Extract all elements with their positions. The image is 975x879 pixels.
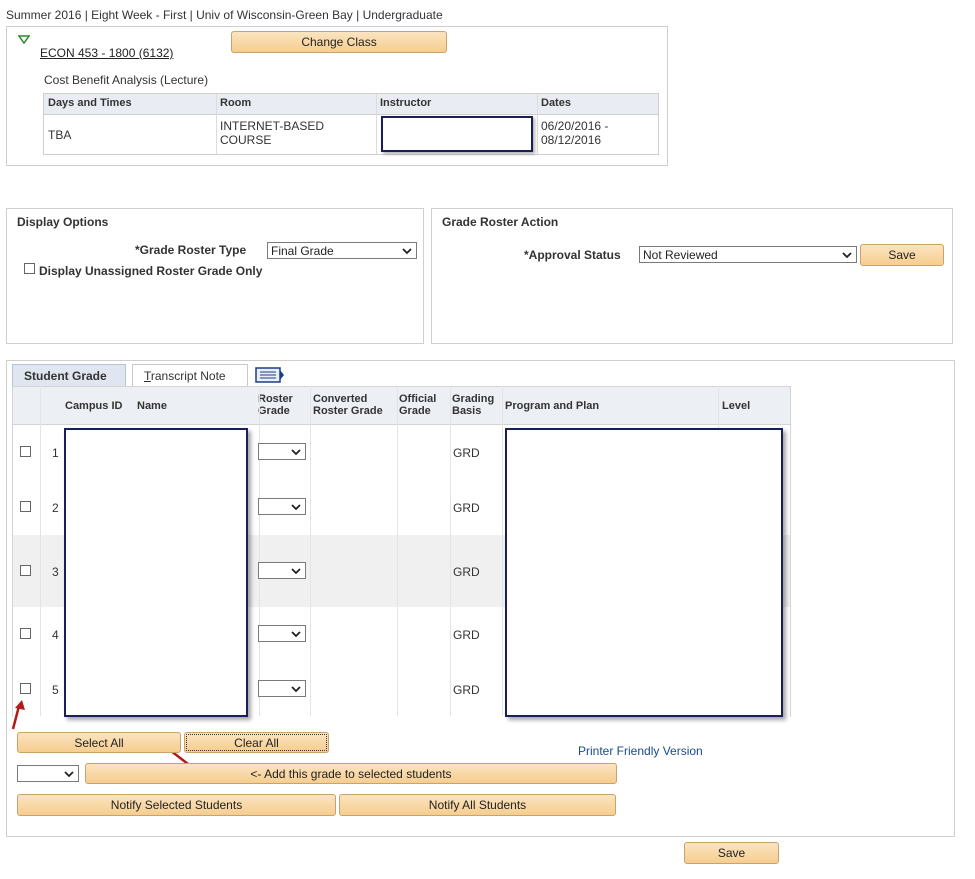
room-value-line1: INTERNET-BASED (220, 119, 325, 133)
roster-action-panel: Grade Roster Action *Approval Status Not… (431, 208, 953, 344)
dates-value-line1: 06/20/2016 - (541, 119, 609, 133)
chevron-down-icon (402, 248, 412, 255)
display-options-panel: Display Options *Grade Roster Type Final… (6, 208, 424, 344)
tab-student-grade[interactable]: Student Grade (12, 364, 126, 386)
col-converted-2: Roster Grade (313, 405, 383, 417)
dates-value-line2: 08/12/2016 (541, 133, 602, 147)
roster-grade-select[interactable] (258, 680, 306, 697)
notify-all-button[interactable]: Notify All Students (339, 794, 616, 816)
notify-selected-button[interactable]: Notify Selected Students (17, 794, 336, 816)
grading-basis: GRD (453, 501, 480, 515)
grading-basis: GRD (453, 628, 480, 642)
grading-basis: GRD (453, 565, 480, 579)
approval-status-select[interactable]: Not Reviewed (639, 246, 857, 263)
instructor-redacted (381, 116, 533, 152)
col-name: Name (137, 400, 167, 412)
col-grading-2: Basis (452, 405, 482, 417)
class-info-panel: ECON 453 - 1800 (6132) Change Class Cost… (6, 26, 668, 166)
term-line: Summer 2016 | Eight Week - First | Univ … (6, 8, 443, 22)
col-instructor: Instructor (380, 97, 432, 109)
save-button[interactable]: Save (684, 842, 779, 864)
chevron-down-icon (64, 771, 74, 778)
select-all-button[interactable]: Select All (17, 732, 181, 753)
approval-status-label: *Approval Status (524, 248, 621, 262)
grade-roster-type-label: *Grade Roster Type (135, 243, 247, 257)
program-plan-redacted (505, 428, 783, 717)
grading-basis: GRD (453, 683, 480, 697)
tab-transcript-note[interactable]: Transcript Note (132, 364, 248, 386)
row-number: 5 (52, 683, 59, 697)
row-select-checkbox[interactable] (20, 565, 31, 576)
grade-to-apply-select[interactable] (17, 765, 79, 782)
chevron-down-icon (291, 631, 301, 638)
roster-grade-select[interactable] (258, 562, 306, 579)
row-number: 2 (52, 501, 59, 515)
col-roster-grade-2: Grade (258, 405, 290, 417)
add-grade-button[interactable]: <- Add this grade to selected students (85, 763, 617, 784)
row-select-checkbox[interactable] (20, 628, 31, 639)
course-description: Cost Benefit Analysis (Lecture) (44, 73, 209, 87)
room-value-line2: COURSE (220, 133, 272, 147)
printer-friendly-link[interactable]: Printer Friendly Version (578, 744, 703, 758)
approval-save-button[interactable]: Save (860, 244, 944, 266)
show-all-columns-icon[interactable] (255, 367, 285, 383)
row-number: 1 (52, 446, 59, 460)
roster-grade-select[interactable] (258, 498, 306, 515)
row-number: 4 (52, 628, 59, 642)
col-dates: Dates (541, 97, 571, 109)
grading-basis: GRD (453, 446, 480, 460)
col-official-2: Grade (399, 405, 431, 417)
clear-all-button[interactable]: Clear All (184, 732, 329, 753)
roster-grade-select[interactable] (258, 443, 306, 460)
col-level: Level (722, 400, 751, 412)
row-number: 3 (52, 565, 59, 579)
col-room: Room (220, 97, 252, 109)
col-converted-1: Converted (313, 393, 368, 405)
chevron-down-icon (842, 252, 852, 259)
chevron-down-icon (291, 686, 301, 693)
grade-roster-type-select[interactable]: Final Grade (267, 242, 417, 259)
roster-grade-select[interactable] (258, 625, 306, 642)
chevron-down-icon (291, 568, 301, 575)
change-class-button[interactable]: Change Class (231, 31, 447, 53)
unassigned-only-checkbox[interactable] (24, 263, 35, 274)
col-days-times: Days and Times (48, 97, 132, 109)
col-campus-id: Campus ID (65, 400, 123, 412)
chevron-down-icon (291, 449, 301, 456)
row-select-checkbox[interactable] (20, 501, 31, 512)
annotation-arrow-icon (11, 700, 25, 730)
student-names-redacted (64, 428, 248, 717)
col-roster-grade-1: Roster (258, 393, 293, 405)
col-grading-1: Grading (452, 393, 495, 405)
collapse-triangle-icon[interactable] (18, 35, 30, 44)
days-times-value: TBA (48, 128, 72, 142)
course-link[interactable]: ECON 453 - 1800 (6132) (40, 46, 173, 60)
roster-action-title: Grade Roster Action (442, 215, 559, 229)
class-meeting-table: Days and Times Room Instructor Dates TBA… (43, 93, 659, 155)
col-program-plan: Program and Plan (505, 400, 600, 412)
display-options-title: Display Options (17, 215, 109, 229)
col-official-1: Official (399, 393, 437, 405)
row-select-checkbox[interactable] (20, 446, 31, 457)
row-select-checkbox[interactable] (20, 683, 31, 694)
chevron-down-icon (291, 504, 301, 511)
unassigned-only-label: Display Unassigned Roster Grade Only (39, 264, 263, 278)
